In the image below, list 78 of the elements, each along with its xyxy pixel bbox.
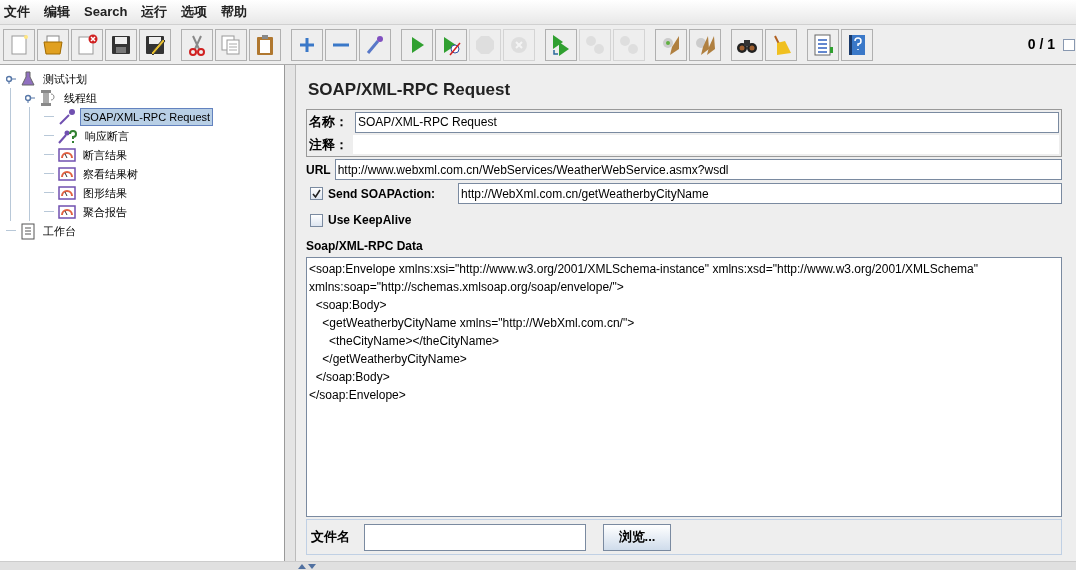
menu-item[interactable]: Search: [84, 2, 128, 22]
tree-node-label[interactable]: 察看结果树: [80, 164, 141, 183]
soap-data-textarea[interactable]: [306, 257, 1062, 517]
gauge-icon: [58, 204, 76, 219]
minus-icon: [333, 42, 349, 47]
list-button[interactable]: [807, 28, 839, 61]
tree-node-label[interactable]: 断言结果: [80, 145, 130, 164]
menu-item[interactable]: 帮助: [221, 2, 248, 22]
soapaction-field[interactable]: http://WebXml.com.cn/getWeatherbyCityName: [458, 183, 1062, 204]
spool-icon: [39, 88, 57, 107]
menu-item[interactable]: 文件: [4, 2, 30, 22]
folder-icon: [41, 32, 65, 57]
checkbox[interactable]: [310, 187, 323, 200]
browse-button[interactable]: 浏览...: [603, 523, 671, 551]
pipette-icon: [58, 107, 76, 126]
play-clock-button[interactable]: [435, 28, 467, 61]
broom-gear-button[interactable]: [655, 28, 687, 61]
list-icon: [811, 32, 835, 57]
new-file-button[interactable]: [3, 28, 35, 61]
keepalive-label: Use KeepAlive: [328, 212, 412, 229]
copy-icon: [219, 32, 243, 57]
gauge-icon: [58, 185, 76, 200]
file-label: 文件名: [311, 528, 350, 547]
binoculars-button[interactable]: [731, 28, 763, 61]
menu-item[interactable]: 运行: [141, 2, 168, 22]
file-field[interactable]: [364, 523, 586, 551]
pipette-question-icon: [58, 127, 78, 144]
tree-node-label[interactable]: SOAP/XML-RPC Request: [80, 107, 214, 126]
comment-label: 注释：: [309, 135, 349, 154]
help-book-button[interactable]: [841, 28, 873, 61]
tree-toggle-icon[interactable]: [25, 92, 35, 103]
double-play-button[interactable]: [545, 28, 577, 61]
folder-button[interactable]: [37, 28, 69, 61]
tree-node-label[interactable]: 线程组: [61, 88, 100, 107]
plus-button[interactable]: [291, 28, 323, 61]
scissors-button[interactable]: [181, 28, 213, 61]
url-label: URL: [306, 161, 331, 179]
floppy-disk-button[interactable]: [105, 28, 137, 61]
comment-field[interactable]: [353, 134, 1059, 154]
menu-item[interactable]: 选项: [181, 2, 208, 22]
name-label: 名称：: [309, 113, 349, 132]
close-file-button[interactable]: [71, 28, 103, 61]
code-line: <soap:Body>: [314, 297, 388, 314]
notepad-icon: [20, 221, 36, 240]
code-line: <soap:Envelope xmlns:xsi="http://www.w3.org/2001/XMLSchema-instance" xmlns:xsd="http://www.w3.org/2001/XMLSchema" xmlns:soap="http://schemas.xmlsoap.org/soap/envelope/">: [309, 261, 980, 296]
minus-button[interactable]: [325, 28, 357, 61]
floppy-pencil-button[interactable]: [139, 28, 171, 61]
brooms-gear-button[interactable]: [689, 28, 721, 61]
tree-node-label[interactable]: 工作台: [40, 221, 79, 240]
gauge-icon: [58, 166, 76, 181]
flask-icon: [20, 70, 36, 87]
status-square-icon: [1063, 38, 1075, 51]
panel-title: SOAP/XML-RPC Request: [307, 79, 512, 101]
tree-toggle-icon[interactable]: [6, 73, 16, 84]
data-label: Soap/XML-RPC Data: [306, 238, 424, 255]
gauge-icon: [58, 147, 76, 162]
code-line: </getWeatherbyCityName>: [321, 351, 468, 368]
play-button[interactable]: [401, 28, 433, 61]
clipboard-button[interactable]: [249, 28, 281, 61]
send-soapaction-label: Send SOAPAction:: [328, 185, 437, 203]
tree-node-label[interactable]: 图形结果: [80, 183, 130, 202]
up-arrow-icon[interactable]: [298, 563, 306, 569]
tree-node-label[interactable]: 聚合报告: [80, 202, 130, 221]
code-line: <getWeatherbyCityName xmlns="http://WebXml.com.cn/">: [321, 315, 636, 332]
code-line: <theCityName></theCityName>: [328, 333, 501, 350]
copy-button[interactable]: [215, 28, 247, 61]
checkbox[interactable]: [310, 213, 323, 227]
close-file-icon: [75, 32, 99, 57]
tree-node-label[interactable]: 测试计划: [40, 69, 90, 88]
down-arrow-icon[interactable]: [308, 563, 316, 569]
menu-item[interactable]: 编辑: [44, 2, 70, 22]
code-line: </soap:Envelope>: [309, 387, 407, 404]
thread-count: 0 / 1: [1027, 35, 1055, 54]
name-field[interactable]: SOAP/XML-RPC Request: [355, 111, 1059, 133]
url-field[interactable]: http://www.webxml.com.cn/WebServices/WeatherWebService.asmx?wsdl: [334, 159, 1062, 180]
tree-node-label[interactable]: 响应断言: [82, 126, 132, 145]
code-line: </soap:Body>: [314, 369, 391, 386]
wand-button[interactable]: [359, 28, 391, 61]
